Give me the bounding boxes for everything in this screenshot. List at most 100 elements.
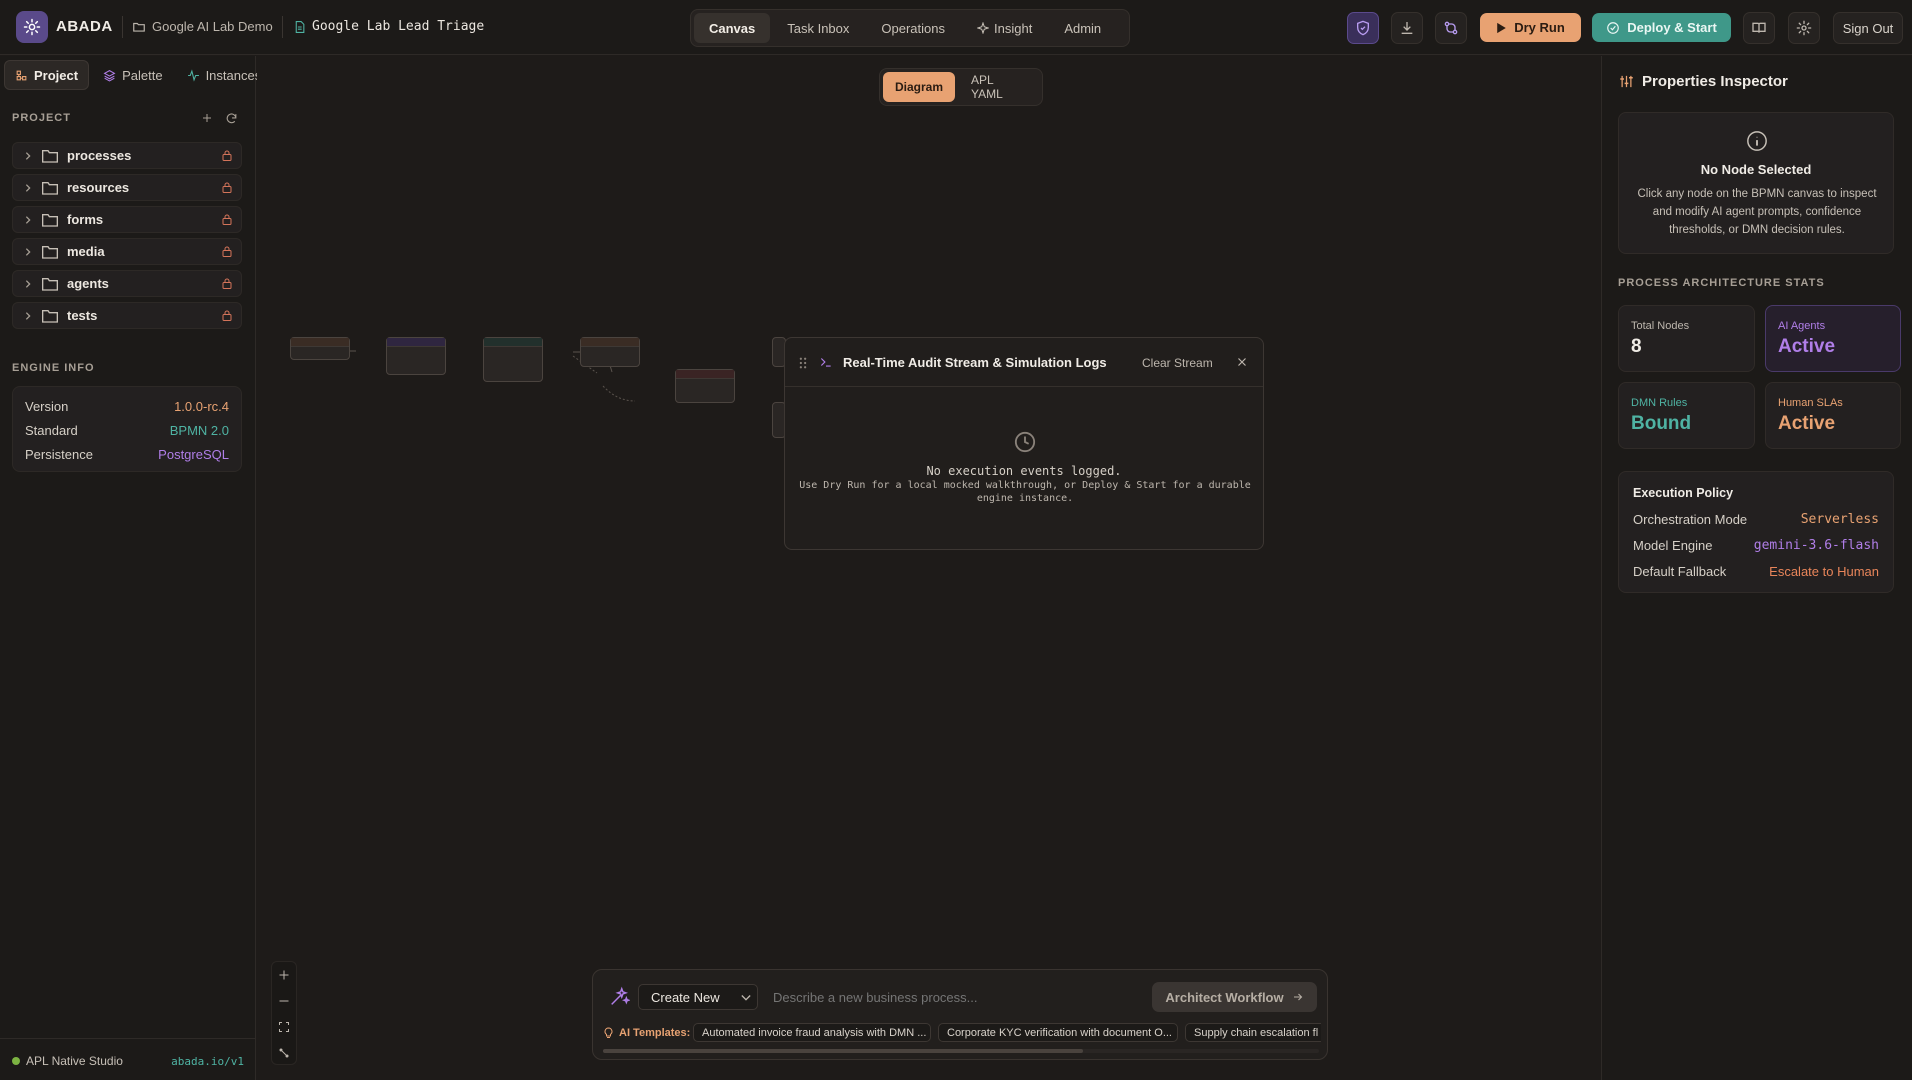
folder-processes[interactable]: processes	[12, 142, 242, 169]
architect-workflow-button[interactable]: Architect Workflow	[1152, 982, 1317, 1012]
chevron-right-icon	[25, 151, 31, 160]
view-apl-yaml[interactable]: APL YAML	[959, 72, 1039, 102]
tab-label: Insight	[994, 20, 1033, 36]
check-circle-icon	[1607, 21, 1620, 34]
stat-total-nodes: Total Nodes 8	[1618, 305, 1755, 372]
divider	[282, 16, 283, 38]
node-header	[484, 338, 542, 347]
folder-agents[interactable]: agents	[12, 270, 242, 297]
template-chip[interactable]: Automated invoice fraud analysis with DM…	[693, 1023, 931, 1042]
policy-key: Default Fallback	[1633, 564, 1727, 579]
folder-forms[interactable]: forms	[12, 206, 242, 233]
governance-button[interactable]	[1347, 12, 1379, 44]
tab-insight[interactable]: Insight	[962, 13, 1047, 43]
clear-stream-button[interactable]: Clear Stream	[1142, 356, 1213, 370]
scrollbar-thumb[interactable]	[603, 1049, 1083, 1053]
policy-title: Execution Policy	[1633, 486, 1734, 500]
stat-value: 8	[1631, 336, 1642, 357]
policy-row-orchestration: Orchestration Mode Serverless	[1633, 512, 1879, 527]
template-chip[interactable]: Corporate KYC verification with document…	[938, 1023, 1178, 1042]
folder-resources[interactable]: resources	[12, 174, 242, 201]
lock-icon	[222, 150, 232, 161]
stat-value: Bound	[1631, 413, 1692, 434]
view-diagram[interactable]: Diagram	[883, 72, 956, 102]
lock-icon	[222, 310, 232, 321]
no-node-text: Click any node on the BPMN canvas to ins…	[1637, 188, 1877, 236]
export-button[interactable]	[1391, 12, 1423, 44]
zoom-in-button[interactable]	[272, 962, 296, 988]
deploy-start-button[interactable]: Deploy & Start	[1592, 13, 1731, 42]
folder-tests[interactable]: tests	[12, 302, 242, 329]
audit-log-panel: Real-Time Audit Stream & Simulation Logs…	[784, 337, 1264, 550]
folder-media[interactable]: media	[12, 238, 242, 265]
chevron-right-icon	[25, 215, 31, 224]
sidebar-tab-palette[interactable]: Palette	[93, 60, 172, 90]
ai-prompt-bar: Create New Architect Workflow AI Templat…	[592, 969, 1328, 1060]
terminal-icon	[820, 358, 831, 367]
empty-log-title: No execution events logged.	[926, 464, 1122, 478]
lock-icon	[222, 182, 232, 193]
plus-icon[interactable]	[201, 112, 213, 124]
dry-run-button[interactable]: Dry Run	[1480, 13, 1581, 42]
compare-button[interactable]	[1435, 12, 1467, 44]
drag-handle-icon[interactable]	[798, 357, 808, 369]
view-toggle: Diagram APL YAML	[879, 68, 1043, 106]
template-chip[interactable]: Supply chain escalation fl	[1185, 1023, 1321, 1042]
diagram-node[interactable]	[290, 337, 350, 360]
tab-canvas[interactable]: Canvas	[694, 13, 771, 43]
lock-icon	[222, 278, 232, 289]
process-description-input[interactable]	[773, 984, 1133, 1010]
download-icon	[1401, 22, 1413, 34]
tab-task-inbox[interactable]: Task Inbox	[772, 13, 864, 43]
node-header	[676, 370, 734, 379]
mode-select[interactable]: Create New	[638, 984, 758, 1010]
log-panel-header: Real-Time Audit Stream & Simulation Logs…	[785, 338, 1263, 387]
fit-view-button[interactable]	[272, 1014, 296, 1040]
docs-button[interactable]	[1743, 12, 1775, 44]
engine-row-version: Version 1.0.0-rc.4	[25, 399, 229, 414]
dry-run-label: Dry Run	[1514, 20, 1565, 35]
diagram-node[interactable]	[580, 337, 640, 367]
folder-icon	[42, 277, 58, 291]
bpmn-canvas[interactable]: Diagram APL YAML Real-Time Audit Stream …	[257, 56, 1600, 1080]
fullscreen-icon	[279, 1022, 289, 1032]
sidebar-footer: APL Native Studio abada.io/v1	[0, 1038, 256, 1080]
folder-icon	[42, 181, 58, 195]
engine-info-title: ENGINE INFO	[12, 362, 95, 374]
chevron-right-icon	[25, 183, 31, 192]
footer-url[interactable]: abada.io/v1	[171, 1055, 244, 1068]
app-logo[interactable]	[16, 11, 48, 43]
sidebar-tab-label: Instances	[205, 67, 262, 83]
engine-value: BPMN 2.0	[169, 423, 229, 438]
breadcrumb-workspace[interactable]: Google AI Lab Demo	[132, 19, 273, 34]
log-panel-title: Real-Time Audit Stream & Simulation Logs	[843, 355, 1107, 370]
diagram-node[interactable]	[386, 337, 446, 375]
templates-scrollbar[interactable]	[603, 1049, 1319, 1053]
breadcrumb-process-label: Google Lab Lead Triage	[312, 19, 485, 34]
folder-label: resources	[67, 180, 130, 195]
zoom-controls	[271, 961, 297, 1065]
auto-layout-button[interactable]	[272, 1040, 296, 1066]
settings-button[interactable]	[1788, 12, 1820, 44]
file-icon	[295, 20, 305, 33]
refresh-icon[interactable]	[225, 112, 238, 125]
chevron-right-icon	[25, 247, 31, 256]
sign-out-button[interactable]: Sign Out	[1833, 12, 1903, 44]
divider	[122, 16, 123, 38]
plus-icon	[279, 970, 289, 980]
breadcrumb-process[interactable]: Google Lab Lead Triage	[293, 19, 484, 34]
lock-icon	[222, 246, 232, 257]
folder-icon	[42, 245, 58, 259]
zoom-out-button[interactable]	[272, 988, 296, 1014]
status-dot	[12, 1057, 20, 1065]
diagram-node[interactable]	[675, 369, 735, 403]
tab-admin[interactable]: Admin	[1049, 13, 1116, 43]
close-icon[interactable]	[1236, 356, 1248, 368]
left-sidebar: Project Palette Instances PROJECT proces…	[0, 56, 261, 1080]
top-bar: ABADA Google AI Lab Demo Google Lab Lead…	[0, 0, 1912, 55]
tab-label: Canvas	[709, 20, 756, 36]
sidebar-tab-project[interactable]: Project	[4, 60, 90, 90]
diagram-node[interactable]	[483, 337, 543, 382]
tab-label: Task Inbox	[787, 20, 850, 36]
tab-operations[interactable]: Operations	[866, 13, 960, 43]
